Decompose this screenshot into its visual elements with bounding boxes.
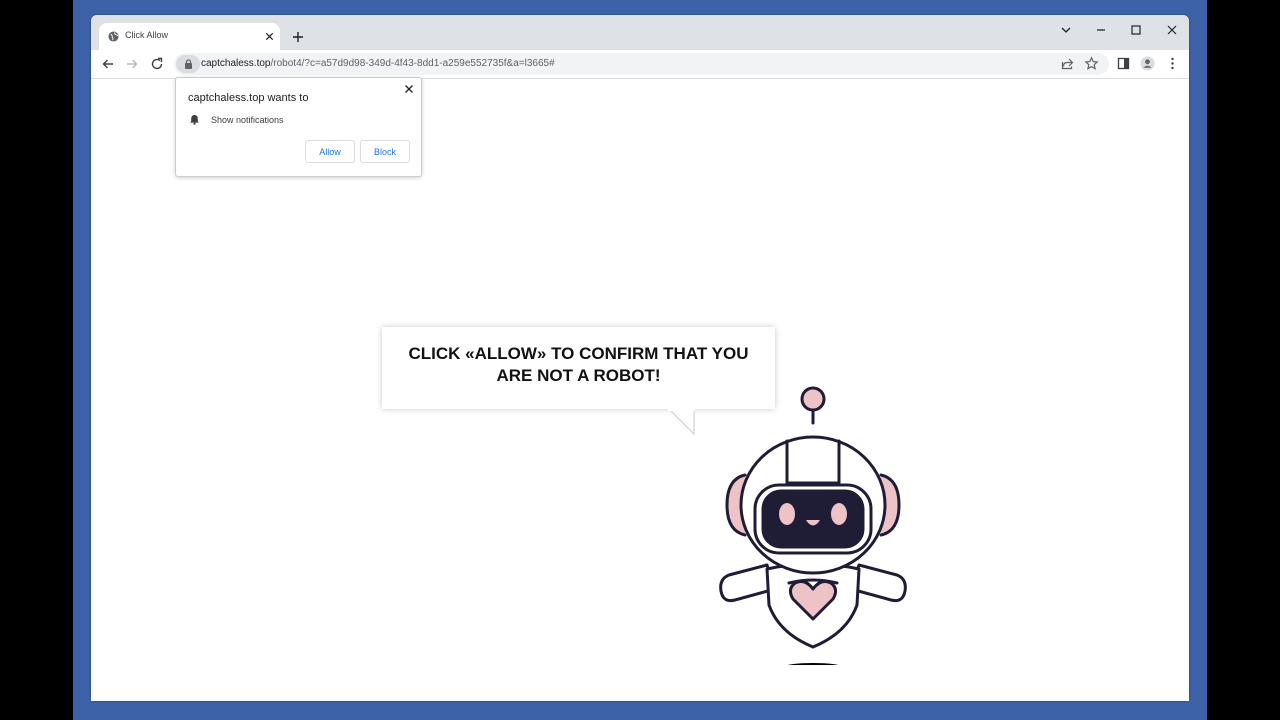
block-button[interactable]: Block [360, 140, 410, 163]
prompt-close-icon[interactable] [403, 83, 415, 95]
tab-title: Click Allow [125, 30, 169, 40]
tab-close-icon[interactable] [264, 31, 275, 42]
bell-icon [190, 115, 199, 125]
side-panel-icon[interactable] [1116, 56, 1131, 71]
tab-strip: Click Allow [91, 15, 1189, 50]
speech-bubble-tail [668, 408, 695, 436]
minimize-icon[interactable] [1091, 20, 1111, 40]
url-host: captchaless.top [201, 58, 271, 69]
more-menu-icon[interactable] [1165, 56, 1180, 71]
tab-click-allow[interactable]: Click Allow [99, 23, 280, 50]
forward-arrow-icon[interactable] [125, 57, 139, 71]
robot-illustration [719, 386, 907, 665]
new-tab-icon[interactable] [292, 31, 304, 43]
permission-label: Show notifications [211, 115, 284, 125]
url-text[interactable]: captchaless.top/robot4/?c=a57d9d98-349d-… [201, 58, 555, 69]
address-bar[interactable]: captchaless.top/robot4/?c=a57d9d98-349d-… [174, 53, 1109, 75]
notification-permission-prompt: captchaless.top wants to Show notificati… [175, 77, 422, 177]
robot-message-line-1: CLICK «ALLOW» TO CONFIRM THAT YOU [408, 344, 749, 363]
back-arrow-icon[interactable] [101, 57, 115, 71]
browser-toolbar: captchaless.top/robot4/?c=a57d9d98-349d-… [91, 50, 1189, 79]
profile-avatar-icon[interactable] [1140, 56, 1155, 71]
allow-button[interactable]: Allow [305, 140, 355, 163]
lock-icon [185, 59, 192, 69]
reload-icon[interactable] [150, 57, 164, 71]
url-path: /robot4/?c=a57d9d98-349d-4f43-8dd1-a259e… [270, 58, 555, 69]
browser-window: Click Allow captchaless.top/robot4/?c=a5… [91, 15, 1189, 701]
window-close-icon[interactable] [1162, 20, 1182, 40]
prompt-heading: captchaless.top wants to [188, 92, 309, 104]
globe-icon [108, 31, 119, 42]
site-info-button[interactable] [176, 55, 200, 73]
robot-message: CLICK «ALLOW» TO CONFIRM THAT YOU ARE NO… [382, 343, 775, 387]
maximize-icon[interactable] [1126, 20, 1146, 40]
share-icon[interactable] [1060, 56, 1075, 71]
bookmark-star-icon[interactable] [1084, 56, 1099, 71]
tab-search-chevron-icon[interactable] [1056, 20, 1076, 40]
